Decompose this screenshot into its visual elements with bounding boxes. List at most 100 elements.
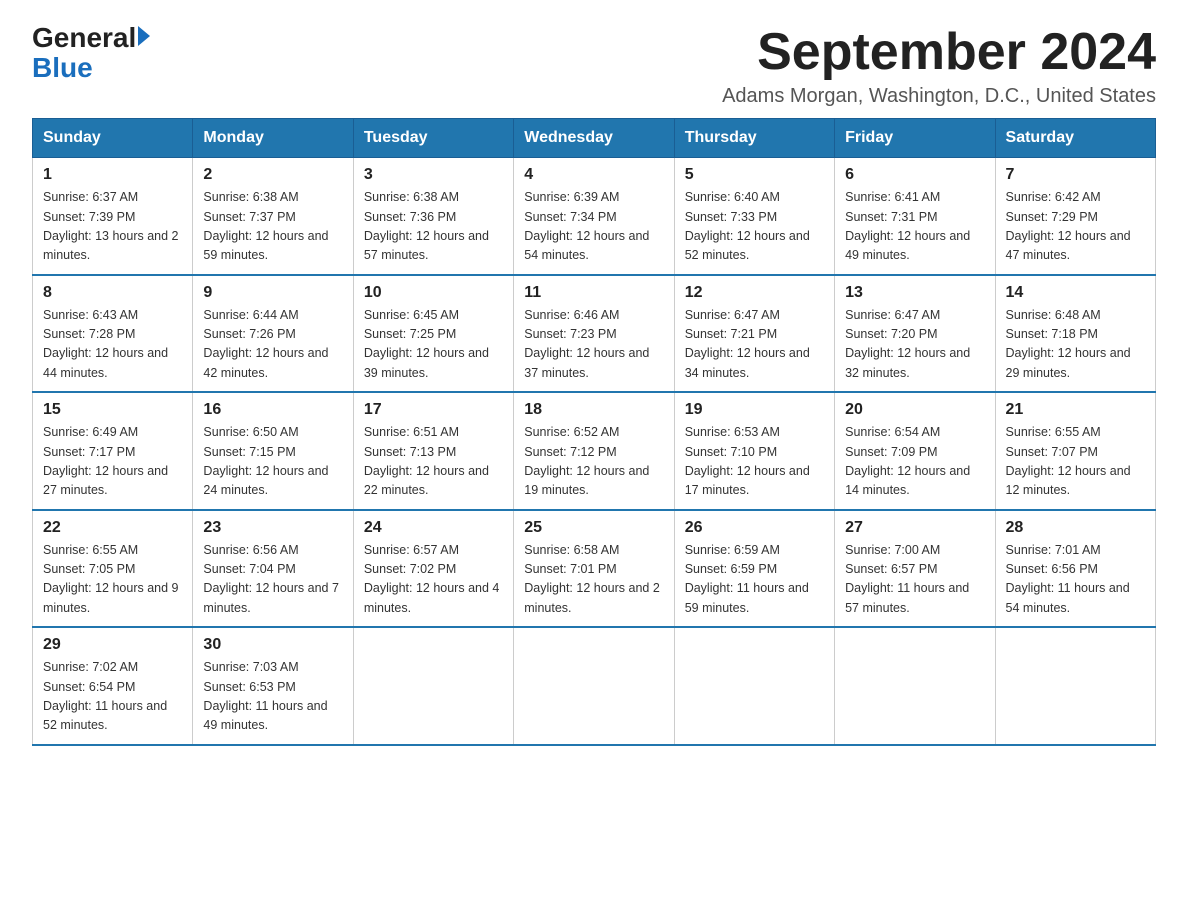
calendar-cell: 16 Sunrise: 6:50 AMSunset: 7:15 PMDayligh… [193, 392, 353, 510]
calendar-cell: 8 Sunrise: 6:43 AMSunset: 7:28 PMDaylight… [33, 275, 193, 393]
page-header: General Blue September 2024 Adams Morgan… [32, 24, 1156, 108]
day-number: 21 [1006, 401, 1145, 419]
day-number: 14 [1006, 284, 1145, 302]
day-info: Sunrise: 6:47 AMSunset: 7:21 PMDaylight:… [685, 306, 824, 384]
day-number: 4 [524, 166, 663, 184]
day-info: Sunrise: 6:56 AMSunset: 7:04 PMDaylight:… [203, 541, 342, 619]
day-info: Sunrise: 6:58 AMSunset: 7:01 PMDaylight:… [524, 541, 663, 619]
weekday-header-wednesday: Wednesday [514, 119, 674, 158]
calendar-cell: 20 Sunrise: 6:54 AMSunset: 7:09 PMDayligh… [835, 392, 995, 510]
day-info: Sunrise: 6:46 AMSunset: 7:23 PMDaylight:… [524, 306, 663, 384]
day-number: 22 [43, 519, 182, 537]
calendar-cell: 14 Sunrise: 6:48 AMSunset: 7:18 PMDayligh… [995, 275, 1155, 393]
calendar-week-row: 1Sunrise: 6:37 AMSunset: 7:39 PMDaylight… [33, 158, 1156, 275]
calendar-cell [995, 627, 1155, 745]
logo-blue-text: Blue [32, 52, 93, 84]
day-info: Sunrise: 6:40 AMSunset: 7:33 PMDaylight:… [685, 188, 824, 266]
calendar-week-row: 8 Sunrise: 6:43 AMSunset: 7:28 PMDaylight… [33, 275, 1156, 393]
calendar-cell: 29Sunrise: 7:02 AMSunset: 6:54 PMDayligh… [33, 627, 193, 745]
day-number: 11 [524, 284, 663, 302]
calendar-table: SundayMondayTuesdayWednesdayThursdayFrid… [32, 118, 1156, 746]
day-info: Sunrise: 6:43 AMSunset: 7:28 PMDaylight:… [43, 306, 182, 384]
calendar-subtitle: Adams Morgan, Washington, D.C., United S… [722, 85, 1156, 108]
calendar-cell: 21 Sunrise: 6:55 AMSunset: 7:07 PMDayligh… [995, 392, 1155, 510]
day-number: 3 [364, 166, 503, 184]
day-info: Sunrise: 6:44 AMSunset: 7:26 PMDaylight:… [203, 306, 342, 384]
calendar-cell: 30 Sunrise: 7:03 AMSunset: 6:53 PMDayligh… [193, 627, 353, 745]
calendar-cell: 18 Sunrise: 6:52 AMSunset: 7:12 PMDayligh… [514, 392, 674, 510]
calendar-cell: 1Sunrise: 6:37 AMSunset: 7:39 PMDaylight… [33, 158, 193, 275]
calendar-cell: 11 Sunrise: 6:46 AMSunset: 7:23 PMDayligh… [514, 275, 674, 393]
calendar-cell: 9 Sunrise: 6:44 AMSunset: 7:26 PMDaylight… [193, 275, 353, 393]
calendar-week-row: 29Sunrise: 7:02 AMSunset: 6:54 PMDayligh… [33, 627, 1156, 745]
day-number: 8 [43, 284, 182, 302]
day-info: Sunrise: 6:50 AMSunset: 7:15 PMDaylight:… [203, 423, 342, 501]
calendar-cell: 4 Sunrise: 6:39 AMSunset: 7:34 PMDaylight… [514, 158, 674, 275]
day-number: 7 [1006, 166, 1145, 184]
calendar-cell: 5 Sunrise: 6:40 AMSunset: 7:33 PMDaylight… [674, 158, 834, 275]
day-number: 26 [685, 519, 824, 537]
calendar-cell: 27Sunrise: 7:00 AMSunset: 6:57 PMDayligh… [835, 510, 995, 628]
calendar-cell: 25 Sunrise: 6:58 AMSunset: 7:01 PMDayligh… [514, 510, 674, 628]
day-number: 30 [203, 636, 342, 654]
day-info: Sunrise: 6:55 AMSunset: 7:05 PMDaylight:… [43, 541, 182, 619]
calendar-cell: 7 Sunrise: 6:42 AMSunset: 7:29 PMDaylight… [995, 158, 1155, 275]
day-number: 15 [43, 401, 182, 419]
day-number: 13 [845, 284, 984, 302]
day-info: Sunrise: 6:38 AMSunset: 7:36 PMDaylight:… [364, 188, 503, 266]
day-info: Sunrise: 6:45 AMSunset: 7:25 PMDaylight:… [364, 306, 503, 384]
calendar-cell: 17 Sunrise: 6:51 AMSunset: 7:13 PMDayligh… [353, 392, 513, 510]
day-number: 18 [524, 401, 663, 419]
day-info: Sunrise: 6:49 AMSunset: 7:17 PMDaylight:… [43, 423, 182, 501]
weekday-header-monday: Monday [193, 119, 353, 158]
day-info: Sunrise: 7:01 AMSunset: 6:56 PMDaylight:… [1006, 541, 1145, 619]
day-number: 9 [203, 284, 342, 302]
day-number: 25 [524, 519, 663, 537]
day-number: 20 [845, 401, 984, 419]
calendar-cell: 24Sunrise: 6:57 AMSunset: 7:02 PMDayligh… [353, 510, 513, 628]
weekday-header-saturday: Saturday [995, 119, 1155, 158]
day-info: Sunrise: 6:51 AMSunset: 7:13 PMDaylight:… [364, 423, 503, 501]
day-info: Sunrise: 6:48 AMSunset: 7:18 PMDaylight:… [1006, 306, 1145, 384]
day-number: 17 [364, 401, 503, 419]
calendar-cell: 13 Sunrise: 6:47 AMSunset: 7:20 PMDayligh… [835, 275, 995, 393]
day-number: 24 [364, 519, 503, 537]
calendar-week-row: 15 Sunrise: 6:49 AMSunset: 7:17 PMDayligh… [33, 392, 1156, 510]
day-number: 16 [203, 401, 342, 419]
day-info: Sunrise: 6:39 AMSunset: 7:34 PMDaylight:… [524, 188, 663, 266]
calendar-cell: 12 Sunrise: 6:47 AMSunset: 7:21 PMDayligh… [674, 275, 834, 393]
title-block: September 2024 Adams Morgan, Washington,… [722, 24, 1156, 108]
day-info: Sunrise: 7:03 AMSunset: 6:53 PMDaylight:… [203, 658, 342, 736]
calendar-cell: 22 Sunrise: 6:55 AMSunset: 7:05 PMDayligh… [33, 510, 193, 628]
logo-general-text: General [32, 24, 136, 52]
calendar-title: September 2024 [722, 24, 1156, 81]
day-number: 1 [43, 166, 182, 184]
day-number: 2 [203, 166, 342, 184]
calendar-cell [674, 627, 834, 745]
calendar-cell: 3 Sunrise: 6:38 AMSunset: 7:36 PMDaylight… [353, 158, 513, 275]
day-info: Sunrise: 6:47 AMSunset: 7:20 PMDaylight:… [845, 306, 984, 384]
day-number: 10 [364, 284, 503, 302]
weekday-header-friday: Friday [835, 119, 995, 158]
day-info: Sunrise: 7:02 AMSunset: 6:54 PMDaylight:… [43, 658, 182, 736]
day-info: Sunrise: 6:53 AMSunset: 7:10 PMDaylight:… [685, 423, 824, 501]
calendar-cell [514, 627, 674, 745]
calendar-cell: 6Sunrise: 6:41 AMSunset: 7:31 PMDaylight… [835, 158, 995, 275]
weekday-header-sunday: Sunday [33, 119, 193, 158]
day-number: 5 [685, 166, 824, 184]
day-info: Sunrise: 6:42 AMSunset: 7:29 PMDaylight:… [1006, 188, 1145, 266]
calendar-cell: 23Sunrise: 6:56 AMSunset: 7:04 PMDayligh… [193, 510, 353, 628]
day-info: Sunrise: 6:38 AMSunset: 7:37 PMDaylight:… [203, 188, 342, 266]
calendar-cell: 15 Sunrise: 6:49 AMSunset: 7:17 PMDayligh… [33, 392, 193, 510]
day-info: Sunrise: 6:55 AMSunset: 7:07 PMDaylight:… [1006, 423, 1145, 501]
calendar-cell: 19 Sunrise: 6:53 AMSunset: 7:10 PMDayligh… [674, 392, 834, 510]
day-number: 6 [845, 166, 984, 184]
logo: General Blue [32, 24, 150, 84]
day-number: 12 [685, 284, 824, 302]
calendar-cell: 26Sunrise: 6:59 AMSunset: 6:59 PMDayligh… [674, 510, 834, 628]
day-info: Sunrise: 6:52 AMSunset: 7:12 PMDaylight:… [524, 423, 663, 501]
day-number: 19 [685, 401, 824, 419]
day-number: 28 [1006, 519, 1145, 537]
weekday-header-tuesday: Tuesday [353, 119, 513, 158]
day-info: Sunrise: 6:54 AMSunset: 7:09 PMDaylight:… [845, 423, 984, 501]
